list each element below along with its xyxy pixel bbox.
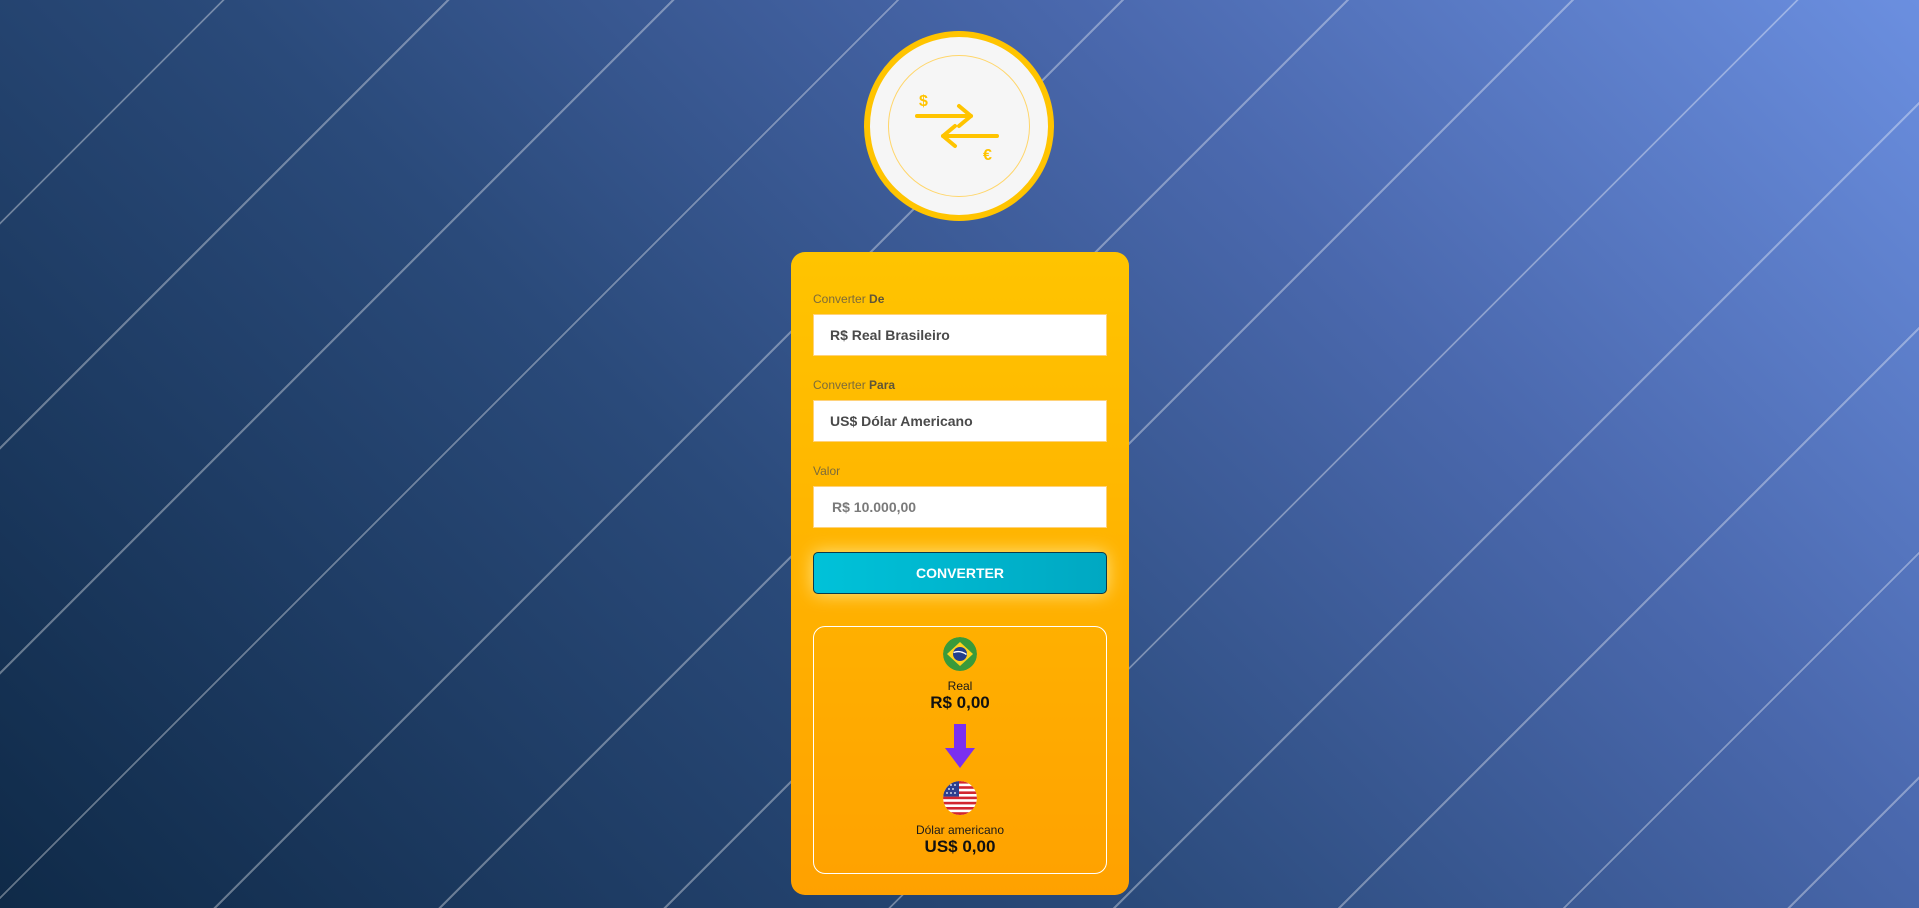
from-currency-name: Real	[947, 679, 973, 693]
to-label: Converter Para	[813, 378, 895, 392]
from-label-strong: De	[869, 292, 885, 306]
from-currency-select[interactable]: R$ Real Brasileiro	[813, 314, 1107, 356]
dollar-symbol: $	[919, 93, 928, 110]
to-label-prefix: Converter	[813, 378, 866, 392]
logo-ring: $ €	[888, 55, 1030, 197]
amount-input[interactable]	[830, 498, 1106, 516]
amount-label: Valor	[813, 464, 841, 478]
to-currency-amount: US$ 0,00	[924, 837, 996, 856]
arrow-down-icon	[945, 724, 975, 768]
from-label-prefix: Converter	[813, 292, 866, 306]
to-label-strong: Para	[869, 378, 896, 392]
from-label: Converter De	[813, 292, 884, 306]
app-logo: $ €	[864, 31, 1054, 221]
convert-button[interactable]: CONVERTER	[813, 552, 1107, 594]
converter-card: Converter De R$ Real Brasileiro Converte…	[791, 252, 1129, 895]
brazil-flag-icon	[943, 637, 977, 671]
to-currency-select[interactable]: US$ Dólar Americano	[813, 400, 1107, 442]
euro-symbol: €	[983, 147, 992, 164]
logo-face: $ €	[870, 37, 1048, 215]
us-flag-icon	[943, 781, 977, 815]
currency-exchange-icon: $ €	[915, 93, 999, 164]
result-box: Real R$ 0,00 Dólar americano US$ 0,00	[813, 626, 1107, 874]
amount-field-wrapper	[813, 486, 1107, 528]
to-currency-name: Dólar americano	[915, 823, 1005, 837]
to-currency-value: US$ Dólar Americano	[830, 413, 973, 429]
from-currency-value: R$ Real Brasileiro	[830, 327, 950, 343]
from-currency-amount: R$ 0,00	[930, 693, 990, 712]
